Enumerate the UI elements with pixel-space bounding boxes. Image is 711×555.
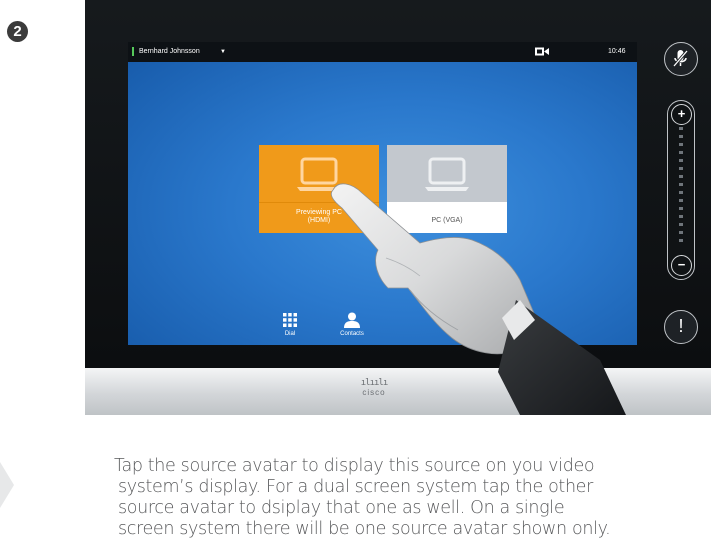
device-screen: Bernhard Johnsson ▼ 10:46 Previewing PC … [128,42,637,345]
device-chin [85,368,711,415]
contacts-button[interactable]: Contacts [327,312,377,337]
source-caption: Previewing PC (HDMI) [259,209,379,225]
alert-button[interactable]: ! [664,310,698,344]
source-caption-line2: (HDMI) [307,217,331,224]
volume-up-button[interactable]: + [671,104,692,125]
dial-button[interactable]: Dial [265,312,315,337]
cisco-logo-word: cisco [362,388,386,397]
chevron-down-icon[interactable]: ▼ [220,47,226,57]
microphone-muted-icon[interactable] [664,42,698,76]
volume-slider[interactable]: + − [667,100,695,280]
status-bar: Bernhard Johnsson ▼ 10:46 [128,42,637,62]
volume-level-ticks [679,127,683,251]
instruction-line: screen system there will be one source a… [118,519,611,539]
side-arrow-graphic [0,462,14,508]
instruction-line: system’s display. For a dual screen syst… [118,477,593,497]
presence-indicator [132,47,134,56]
person-icon [344,312,360,328]
source-caption-line1: Previewing PC [296,209,342,216]
laptop-icon [425,157,469,191]
instruction-line: Tap the source avatar to display this so… [114,456,595,476]
keypad-icon [283,313,297,327]
clock: 10:46 [608,48,626,55]
source-avatar-pc-vga[interactable]: PC (VGA) [387,145,507,233]
user-name[interactable]: Bernhard Johnsson [139,47,200,57]
dial-label: Dial [284,331,296,337]
laptop-icon [297,157,341,191]
volume-down-button[interactable]: − [671,255,692,276]
camera-icon[interactable] [535,46,549,57]
source-caption: PC (VGA) [431,217,463,224]
contacts-label: Contacts [340,331,364,337]
instruction-text: Tap the source avatar to display this so… [114,456,674,540]
source-avatar-pc-hdmi[interactable]: Previewing PC (HDMI) [259,145,379,233]
cisco-logo: ılıılı cisco [353,378,395,398]
instruction-line: source avatar to dsiplay that one as wel… [118,498,565,518]
tile-divider [259,202,379,203]
cisco-logo-bars: ılıılı [360,378,389,388]
step-number-badge: 2 [7,21,28,42]
